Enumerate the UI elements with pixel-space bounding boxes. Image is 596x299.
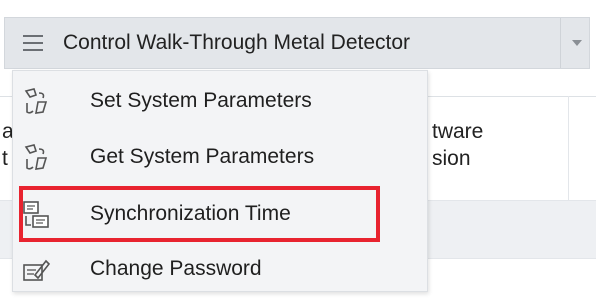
menu-item-change-password[interactable]: Change Password xyxy=(13,243,427,299)
menu-item-label: Change Password xyxy=(90,257,262,280)
hamburger-menu-icon xyxy=(23,35,43,51)
dropdown-separator xyxy=(560,18,561,68)
settings-set-icon xyxy=(21,87,51,117)
change-password-icon xyxy=(21,255,51,285)
table-header-firmware-version-line2: sion xyxy=(432,147,471,170)
control-metal-detector-button[interactable]: Control Walk-Through Metal Detector xyxy=(4,17,590,69)
toolbar: Control Walk-Through Metal Detector xyxy=(0,0,596,80)
table-column-divider xyxy=(568,96,569,200)
table-header-firmware-version[interactable]: tware xyxy=(432,118,483,145)
menu-item-label: Set System Parameters xyxy=(90,89,312,112)
control-metal-detector-label: Control Walk-Through Metal Detector xyxy=(63,31,411,54)
highlight-box xyxy=(19,186,380,242)
table-header-fragment: t xyxy=(2,147,8,170)
settings-get-icon xyxy=(21,143,51,173)
menu-item-get-system-parameters[interactable]: Get System Parameters xyxy=(13,131,427,187)
menu-item-set-system-parameters[interactable]: Set System Parameters xyxy=(13,75,427,131)
menu-item-label: Get System Parameters xyxy=(90,145,315,168)
caret-down-icon[interactable] xyxy=(572,40,582,46)
control-dropdown-menu: Set System Parameters Get System Paramet… xyxy=(12,70,428,292)
